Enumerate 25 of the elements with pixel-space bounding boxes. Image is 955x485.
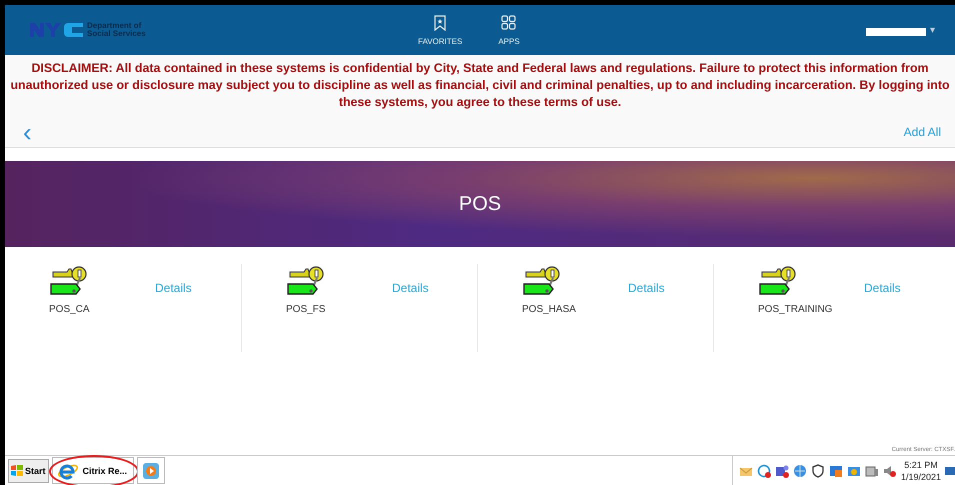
redaction-bar: [866, 28, 926, 36]
taskbar-button[interactable]: Citrix Re...: [52, 457, 134, 484]
computer-icon[interactable]: [864, 464, 879, 478]
start-button[interactable]: Start: [8, 458, 49, 482]
nav-tab[interactable]: APPS: [498, 14, 520, 46]
caret-icon[interactable]: ▾: [930, 24, 935, 36]
windows-logo-icon: [11, 465, 23, 476]
banner-title: POS: [458, 192, 502, 216]
nyc-logo: [28, 20, 84, 40]
bookmark-icon: [432, 14, 448, 30]
speaker-muted-icon[interactable]: [882, 464, 897, 478]
window-icon[interactable]: [828, 464, 843, 478]
app-name[interactable]: POS_HASA: [522, 304, 628, 315]
grid-icon: [501, 14, 516, 30]
department-name: Department of Social Services: [87, 22, 146, 38]
disclaimer-text: DISCLAIMER: All data contained in these systems is confidential by City, State and Federal laws and regulations. Failure to protect this information from unauthorized use or disclosure may subject you to discipline as well as financial, civil and criminal penalties, up to and including incarceration. By logging into these systems, you agree to these terms of use.: [9, 60, 951, 111]
taskbar-button[interactable]: [136, 457, 165, 484]
app-name[interactable]: POS_FS: [286, 304, 392, 315]
media-player-icon: [142, 462, 160, 480]
nav-tab[interactable]: FAVORITES: [418, 14, 462, 46]
app-name[interactable]: POS_TRAINING: [758, 304, 864, 315]
app-name[interactable]: POS_CA: [49, 304, 155, 315]
shield-icon[interactable]: [810, 464, 825, 478]
back-button[interactable]: ‹: [23, 123, 32, 141]
clock[interactable]: 5:21 PM 1/19/2021: [900, 458, 941, 482]
